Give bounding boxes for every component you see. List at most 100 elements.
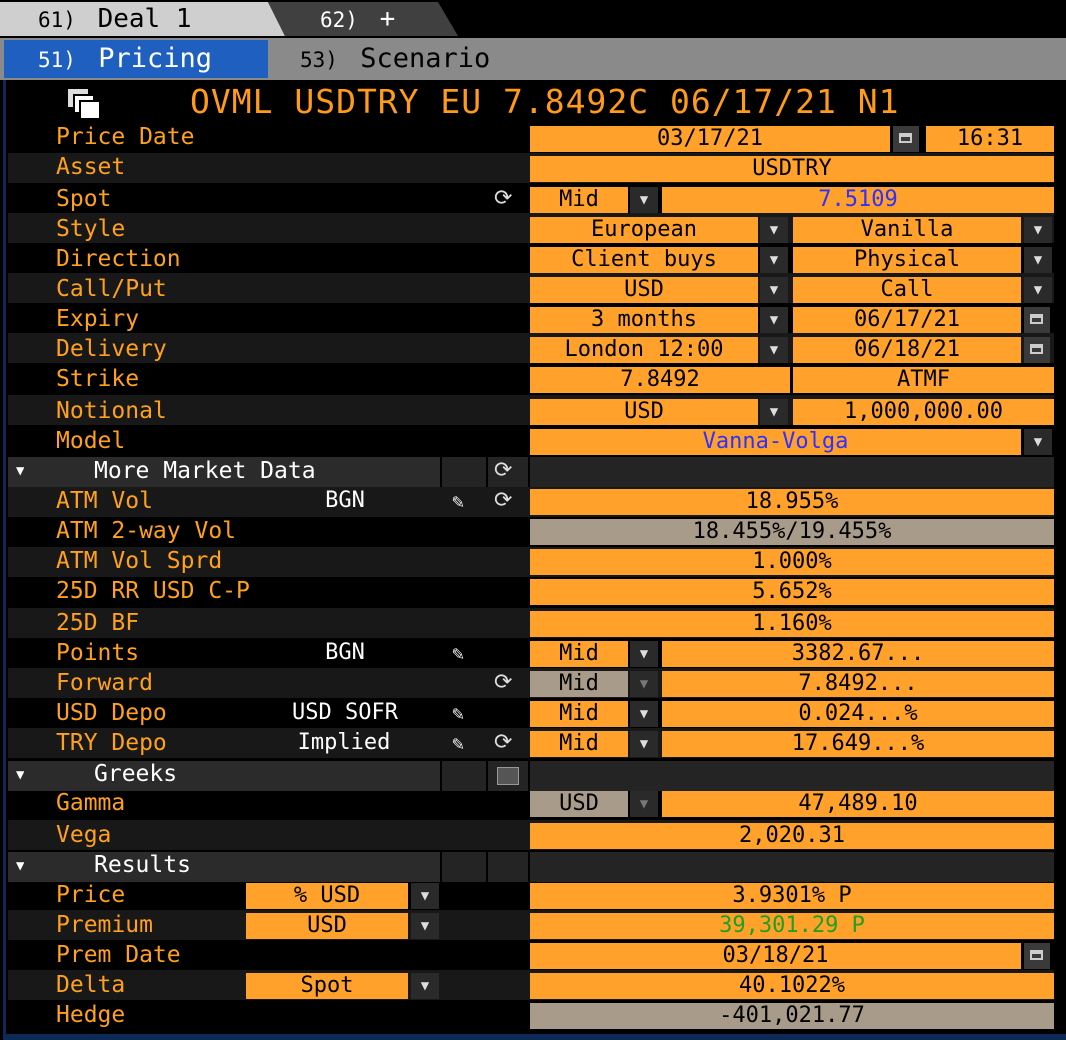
try-depo-label: TRY Depo: [56, 730, 167, 756]
usd-depo-source: USD SOFR: [292, 700, 398, 725]
strike-mode-field[interactable]: ATMF: [793, 367, 1054, 393]
tab-scenario[interactable]: 53) Scenario: [300, 40, 600, 78]
callput-label: Call/Put: [56, 276, 167, 302]
chevron-down-icon[interactable]: ▼: [1024, 429, 1052, 455]
price-field[interactable]: 3.9301% P: [530, 883, 1054, 909]
option-type-select[interactable]: Vanilla: [793, 217, 1021, 243]
prem-date-field[interactable]: 03/18/21: [530, 943, 1021, 969]
atm-sprd-label: ATM Vol Sprd: [56, 548, 223, 574]
delta-field[interactable]: 40.1022%: [530, 973, 1054, 999]
usd-depo-field[interactable]: 0.024...%: [662, 701, 1054, 727]
strike-field[interactable]: 7.8492: [530, 367, 790, 393]
calendar-icon[interactable]: [1024, 307, 1050, 333]
forward-field[interactable]: 7.8492...: [662, 671, 1054, 697]
tab-new-deal[interactable]: 62) +: [268, 2, 458, 36]
usd-depo-label: USD Depo: [56, 700, 167, 726]
header-cell: [442, 457, 486, 487]
pencil-icon[interactable]: ✎: [452, 641, 464, 665]
chevron-down-icon[interactable]: ▼: [411, 913, 439, 939]
direction-select[interactable]: Client buys: [530, 247, 758, 273]
tab-deal-label: Deal 1: [97, 4, 192, 34]
refresh-icon[interactable]: ⟳: [494, 488, 512, 513]
callput-currency-select[interactable]: USD: [530, 277, 758, 303]
chevron-down-icon[interactable]: ▼: [760, 247, 788, 273]
settlement-select[interactable]: Physical: [793, 247, 1021, 273]
header-cell: [442, 761, 486, 791]
chevron-down-icon[interactable]: ▼: [1024, 217, 1052, 243]
chevron-down-icon[interactable]: ▼: [411, 883, 439, 909]
callput-select[interactable]: Call: [793, 277, 1021, 303]
tab-scenario-number: 53): [300, 48, 338, 72]
gamma-field: 47,489.10: [662, 791, 1054, 817]
points-label: Points: [56, 640, 140, 666]
spot-value-field[interactable]: 7.5109: [662, 187, 1054, 213]
strike-label: Strike: [56, 366, 140, 392]
expiry-tenor-select[interactable]: 3 months: [530, 307, 758, 333]
collapse-arrow-icon[interactable]: ▼: [16, 858, 24, 874]
calendar-icon[interactable]: [1024, 337, 1050, 363]
premium-field[interactable]: 39,301.29 P: [530, 913, 1054, 939]
delta-type-select[interactable]: Spot: [246, 973, 408, 999]
style-select[interactable]: European: [530, 217, 758, 243]
spot-side-select[interactable]: Mid: [530, 187, 628, 213]
chevron-down-icon[interactable]: ▼: [630, 701, 658, 727]
calendar-icon[interactable]: [893, 126, 919, 152]
asset-field[interactable]: USDTRY: [530, 156, 1054, 182]
usd-depo-side-select[interactable]: Mid: [530, 701, 628, 727]
delivery-date-field[interactable]: 06/18/21: [793, 337, 1021, 363]
pencil-icon[interactable]: ✎: [452, 489, 464, 513]
copy-icon[interactable]: [66, 87, 106, 121]
chevron-down-icon[interactable]: ▼: [630, 731, 658, 757]
chevron-down-icon[interactable]: ▼: [760, 399, 788, 425]
chevron-down-icon[interactable]: ▼: [1024, 247, 1052, 273]
chevron-down-icon[interactable]: ▼: [1024, 277, 1052, 303]
chevron-down-icon[interactable]: ▼: [411, 973, 439, 999]
price-label: Price: [56, 882, 126, 908]
refresh-icon[interactable]: ⟳: [494, 670, 512, 695]
chevron-down-icon[interactable]: ▼: [760, 337, 788, 363]
rr-field[interactable]: 5.652%: [530, 579, 1054, 605]
price-date-field[interactable]: 03/17/21: [530, 126, 890, 152]
atm-sprd-field[interactable]: 1.000%: [530, 549, 1054, 575]
try-depo-side-select[interactable]: Mid: [530, 731, 628, 757]
price-unit-select[interactable]: % USD: [246, 883, 408, 909]
section-title-market: More Market Data: [94, 458, 316, 484]
tab-deal-1[interactable]: 61) Deal 1: [0, 2, 285, 36]
points-field[interactable]: 3382.67...: [662, 641, 1054, 667]
collapse-arrow-icon[interactable]: ▼: [16, 463, 24, 479]
chevron-down-icon[interactable]: ▼: [630, 187, 658, 213]
notional-currency-select[interactable]: USD: [530, 399, 758, 425]
header-cell: [530, 761, 1054, 791]
notional-amount-field[interactable]: 1,000,000.00: [793, 399, 1054, 425]
price-time-field[interactable]: 16:31: [926, 126, 1054, 152]
refresh-icon[interactable]: ⟳: [494, 730, 512, 755]
bf-field[interactable]: 1.160%: [530, 611, 1054, 637]
expiry-date-field[interactable]: 06/17/21: [793, 307, 1021, 333]
atm-vol-field[interactable]: 18.955%: [530, 489, 1054, 515]
section-header-results[interactable]: [8, 852, 440, 882]
tab-pricing[interactable]: 51) Pricing: [4, 40, 268, 78]
chevron-down-icon[interactable]: ▼: [630, 641, 658, 667]
model-select[interactable]: Vanna-Volga: [530, 429, 1021, 455]
tab-pricing-number: 51): [38, 48, 76, 72]
tab-new-label: +: [379, 4, 396, 34]
calendar-icon[interactable]: [1024, 943, 1050, 969]
premium-unit-select[interactable]: USD: [246, 913, 408, 939]
collapse-arrow-icon[interactable]: ▼: [16, 767, 24, 783]
vega-field: 2,020.31: [530, 823, 1054, 849]
delivery-cut-select[interactable]: London 12:00: [530, 337, 758, 363]
chevron-down-icon[interactable]: ▼: [760, 307, 788, 333]
checkbox-icon[interactable]: [497, 767, 519, 785]
refresh-icon[interactable]: ⟳: [494, 458, 512, 483]
atm-2way-field: 18.455%/19.455%: [530, 519, 1054, 545]
chevron-down-icon[interactable]: ▼: [760, 277, 788, 303]
try-depo-source: Implied: [297, 730, 391, 755]
pencil-icon[interactable]: ✎: [452, 731, 464, 755]
points-source: BGN: [325, 640, 365, 665]
chevron-down-icon[interactable]: ▼: [760, 217, 788, 243]
refresh-icon[interactable]: ⟳: [494, 186, 512, 211]
section-header-greeks[interactable]: [8, 761, 440, 791]
points-side-select[interactable]: Mid: [530, 641, 628, 667]
pencil-icon[interactable]: ✎: [452, 701, 464, 725]
try-depo-field[interactable]: 17.649...%: [662, 731, 1054, 757]
